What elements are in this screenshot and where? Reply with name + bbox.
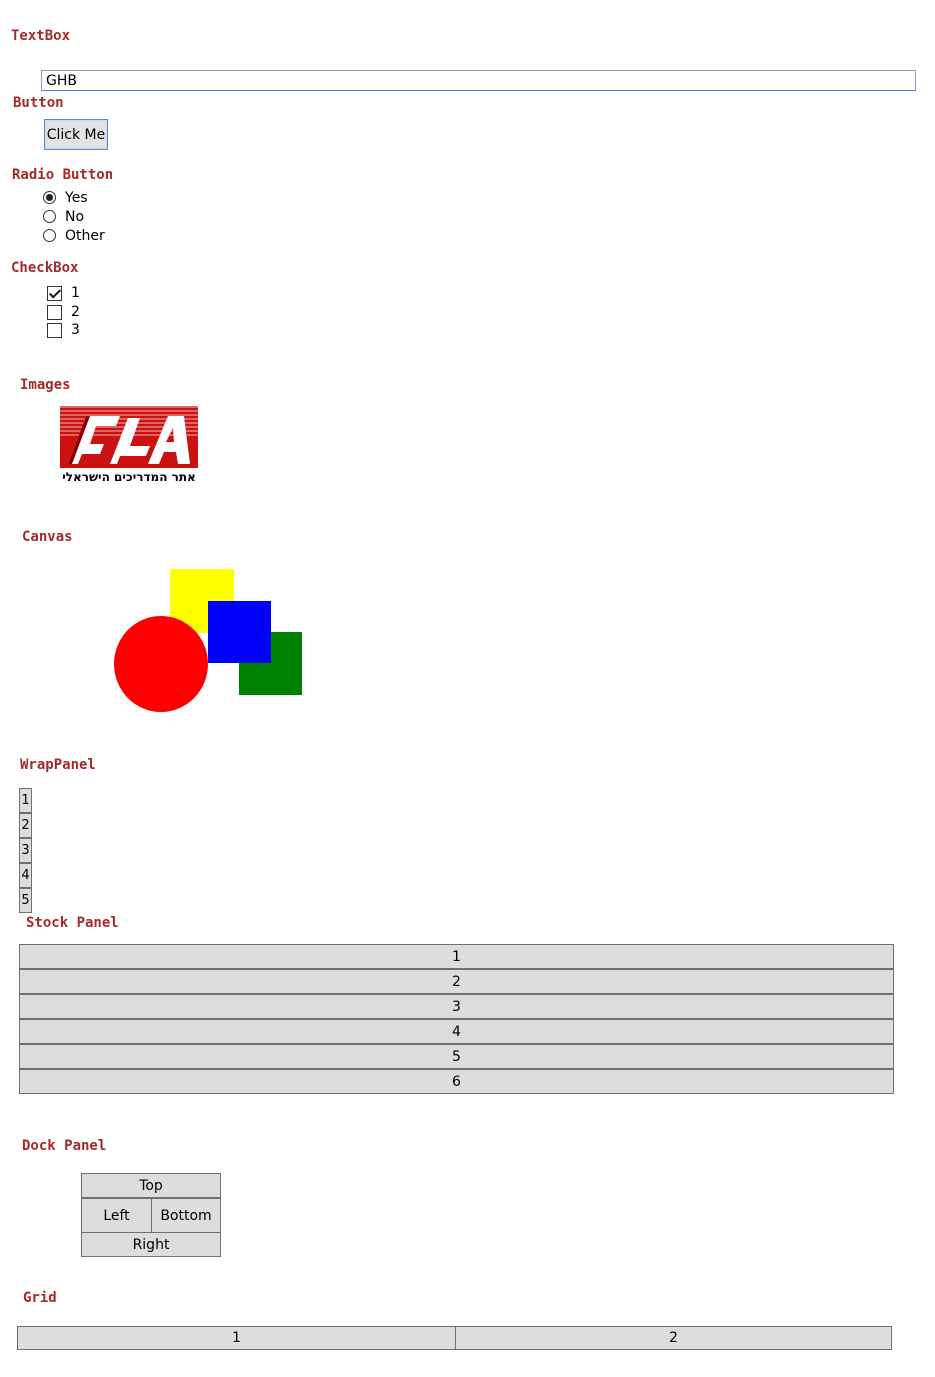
dock-left-button[interactable]: Left	[81, 1198, 152, 1233]
textbox-header: TextBox	[11, 28, 71, 44]
grid-header: Grid	[23, 1290, 57, 1306]
radio-option-no[interactable]: No	[43, 207, 84, 226]
images-header: Images	[20, 377, 71, 393]
wrap-button-1[interactable]: 1	[19, 788, 32, 813]
radio-label: Other	[65, 227, 105, 244]
canvas-drawing	[114, 569, 302, 712]
button-header: Button	[13, 95, 64, 111]
click-me-button[interactable]: Click Me	[44, 119, 108, 150]
radio-header: Radio Button	[12, 167, 114, 183]
checkbox-item-1[interactable]: 1	[47, 284, 80, 302]
dock-bottom-button[interactable]: Bottom	[151, 1198, 221, 1233]
stack-button-6[interactable]: 6	[19, 1069, 894, 1094]
radio-option-other[interactable]: Other	[43, 226, 105, 245]
wrap-button-2[interactable]: 2	[19, 813, 32, 838]
israeli-guides-logo: אתר המדריכים הישראלי	[60, 406, 198, 484]
logo-caption: אתר המדריכים הישראלי	[62, 470, 196, 484]
stackpanel-header: Stock Panel	[26, 915, 119, 931]
radio-label: Yes	[65, 189, 88, 206]
stack-button-3[interactable]: 3	[19, 994, 894, 1019]
wrap-button-3[interactable]: 3	[19, 838, 32, 863]
grid-cell-2-button[interactable]: 2	[455, 1326, 892, 1350]
radio-button[interactable]	[43, 210, 56, 223]
dock-right-button[interactable]: Right	[81, 1232, 221, 1257]
wrappanel-header: WrapPanel	[20, 757, 96, 773]
checkbox-label: 3	[71, 322, 80, 338]
checkbox-item-3[interactable]: 3	[47, 321, 80, 339]
stack-button-1[interactable]: 1	[19, 944, 894, 969]
stack-button-5[interactable]: 5	[19, 1044, 894, 1069]
radio-option-yes[interactable]: Yes	[43, 188, 88, 207]
radio-button[interactable]	[43, 229, 56, 242]
radio-button[interactable]	[43, 191, 56, 204]
text-input[interactable]	[41, 70, 916, 91]
stack-button-4[interactable]: 4	[19, 1019, 894, 1044]
stack-button-2[interactable]: 2	[19, 969, 894, 994]
red-circle	[114, 616, 208, 712]
checkbox-item-2[interactable]: 2	[47, 303, 80, 321]
grid-cell-1-button[interactable]: 1	[17, 1326, 456, 1350]
checkbox-label: 2	[71, 304, 80, 320]
blue-rectangle	[208, 601, 271, 663]
checkbox-label: 1	[71, 285, 80, 301]
canvas-header: Canvas	[22, 529, 73, 545]
checkbox[interactable]	[47, 285, 62, 301]
checkbox[interactable]	[47, 322, 62, 338]
checkbox-header: CheckBox	[11, 260, 79, 276]
dockpanel-header: Dock Panel	[22, 1138, 107, 1154]
wrap-button-5[interactable]: 5	[19, 888, 32, 913]
dock-top-button[interactable]: Top	[81, 1173, 221, 1198]
checkbox[interactable]	[47, 304, 62, 320]
radio-label: No	[65, 208, 85, 225]
wrap-button-4[interactable]: 4	[19, 863, 32, 888]
